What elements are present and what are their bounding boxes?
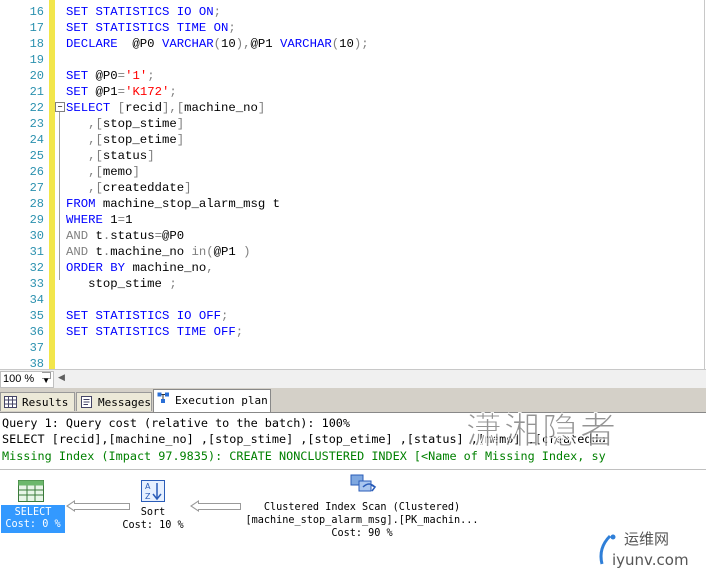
line-number: 37 xyxy=(29,341,44,355)
select-node-cost: Cost: 0 % xyxy=(5,519,61,530)
line-number: 36 xyxy=(29,325,44,339)
query-editor[interactable]: 16 17 18 19 20 21 22 23 24 25 26 27 28 29 30 31 32 33 34 35… xyxy=(0,0,705,371)
code-line[interactable]: AND t.status=@P0 xyxy=(66,228,184,244)
line-number: 35 xyxy=(29,309,44,323)
code-line[interactable]: SET STATISTICS TIME OFF; xyxy=(66,324,243,340)
author-watermark: 潇湘隐者 xyxy=(465,411,619,453)
plan-separator xyxy=(0,469,706,470)
line-number: 28 xyxy=(29,197,44,211)
svg-text:A: A xyxy=(145,482,151,491)
select-icon xyxy=(18,480,44,502)
code-line[interactable]: ,[memo] xyxy=(66,164,140,180)
svg-text:iyunv.com: iyunv.com xyxy=(612,551,689,569)
code-line[interactable]: SELECT [recid],[machine_no] xyxy=(66,100,265,116)
code-line[interactable]: ORDER BY machine_no, xyxy=(66,260,214,276)
select-node-name: SELECT xyxy=(14,507,52,518)
scan-node-name: Clustered Index Scan (Clustered) xyxy=(263,502,461,513)
message-icon xyxy=(81,396,92,408)
scroll-left-icon[interactable]: ◀ xyxy=(58,373,65,383)
scan-node-object: [machine_stop_alarm_msg].[PK_machin... xyxy=(245,515,479,526)
line-number: 32 xyxy=(29,261,44,275)
code-line[interactable]: SET STATISTICS TIME ON; xyxy=(66,20,236,36)
line-number: 26 xyxy=(29,165,44,179)
line-number-gutter: 16 17 18 19 20 21 22 23 24 25 26 27 28 29 30 31 32 33 34 35… xyxy=(0,0,48,371)
line-number: 27 xyxy=(29,181,44,195)
line-number: 34 xyxy=(29,293,44,307)
zoom-select[interactable]: 100 % ▼ xyxy=(0,371,54,388)
code-line[interactable]: AND t.machine_no in(@P1 ) xyxy=(66,244,251,260)
code-line[interactable]: FROM machine_stop_alarm_msg t xyxy=(66,196,280,212)
sort-icon: A Z xyxy=(141,480,165,502)
code-line[interactable]: SET STATISTICS IO OFF; xyxy=(66,308,228,324)
clustered-index-scan-icon xyxy=(350,474,377,492)
tab-results[interactable]: Results xyxy=(0,392,75,411)
tab-results-label: Results xyxy=(22,396,69,409)
code-line[interactable]: ,[status] xyxy=(66,148,154,164)
svg-text:Z: Z xyxy=(145,492,151,501)
tab-messages-label: Messages xyxy=(98,396,151,409)
line-number: 16 xyxy=(29,5,44,19)
line-number: 21 xyxy=(29,85,44,99)
line-number: 33 xyxy=(29,277,44,291)
outline-guide xyxy=(59,112,60,280)
code-line[interactable]: stop_stime ; xyxy=(66,276,177,292)
tab-execution-plan-label: Execution plan xyxy=(175,394,268,407)
zoom-value: 100 % xyxy=(3,373,35,385)
line-number: 24 xyxy=(29,133,44,147)
code-line[interactable]: DECLARE @P0 VARCHAR(10),@P1 VARCHAR(10); xyxy=(66,36,369,52)
changed-lines-margin xyxy=(49,0,55,369)
code-line[interactable]: SET @P0='1'; xyxy=(66,68,155,84)
line-number: 31 xyxy=(29,245,44,259)
code-line[interactable]: SET STATISTICS IO ON; xyxy=(66,4,221,20)
line-number: 30 xyxy=(29,229,44,243)
collapse-select-icon[interactable]: − xyxy=(55,102,65,112)
svg-text:运维网: 运维网 xyxy=(624,530,669,548)
grid-icon xyxy=(4,396,17,408)
iyunv-logo: 运维网 iyunv.com xyxy=(599,530,689,569)
line-number: 29 xyxy=(29,213,44,227)
line-number: 19 xyxy=(29,53,44,67)
tab-messages[interactable]: Messages xyxy=(76,392,152,411)
line-number: 23 xyxy=(29,117,44,131)
line-number: 18 xyxy=(29,37,44,51)
editor-status-bar: 100 % ▼ ◀ xyxy=(0,369,706,388)
code-line[interactable]: ,[stop_etime] xyxy=(66,132,184,148)
line-number: 25 xyxy=(29,149,44,163)
line-number: 20 xyxy=(29,69,44,83)
code-line[interactable]: SET @P1='K172'; xyxy=(66,84,177,100)
code-line[interactable]: WHERE 1=1 xyxy=(66,212,132,228)
plan-icon xyxy=(157,392,169,403)
sort-node-name: Sort xyxy=(140,507,166,518)
chevron-down-icon: ▼ xyxy=(42,372,51,385)
line-number: 22 xyxy=(29,101,44,115)
query-cost-header: Query 1: Query cost (relative to the bat… xyxy=(2,416,351,430)
flow-arrow xyxy=(198,503,241,510)
line-number: 17 xyxy=(29,21,44,35)
scan-node-cost: Cost: 90 % xyxy=(331,528,393,539)
tab-execution-plan[interactable]: Execution plan xyxy=(153,389,271,412)
sort-node-cost: Cost: 10 % xyxy=(122,520,184,531)
code-line[interactable]: ,[createddate] xyxy=(66,180,191,196)
code-line[interactable]: ,[stop_stime] xyxy=(66,116,184,132)
